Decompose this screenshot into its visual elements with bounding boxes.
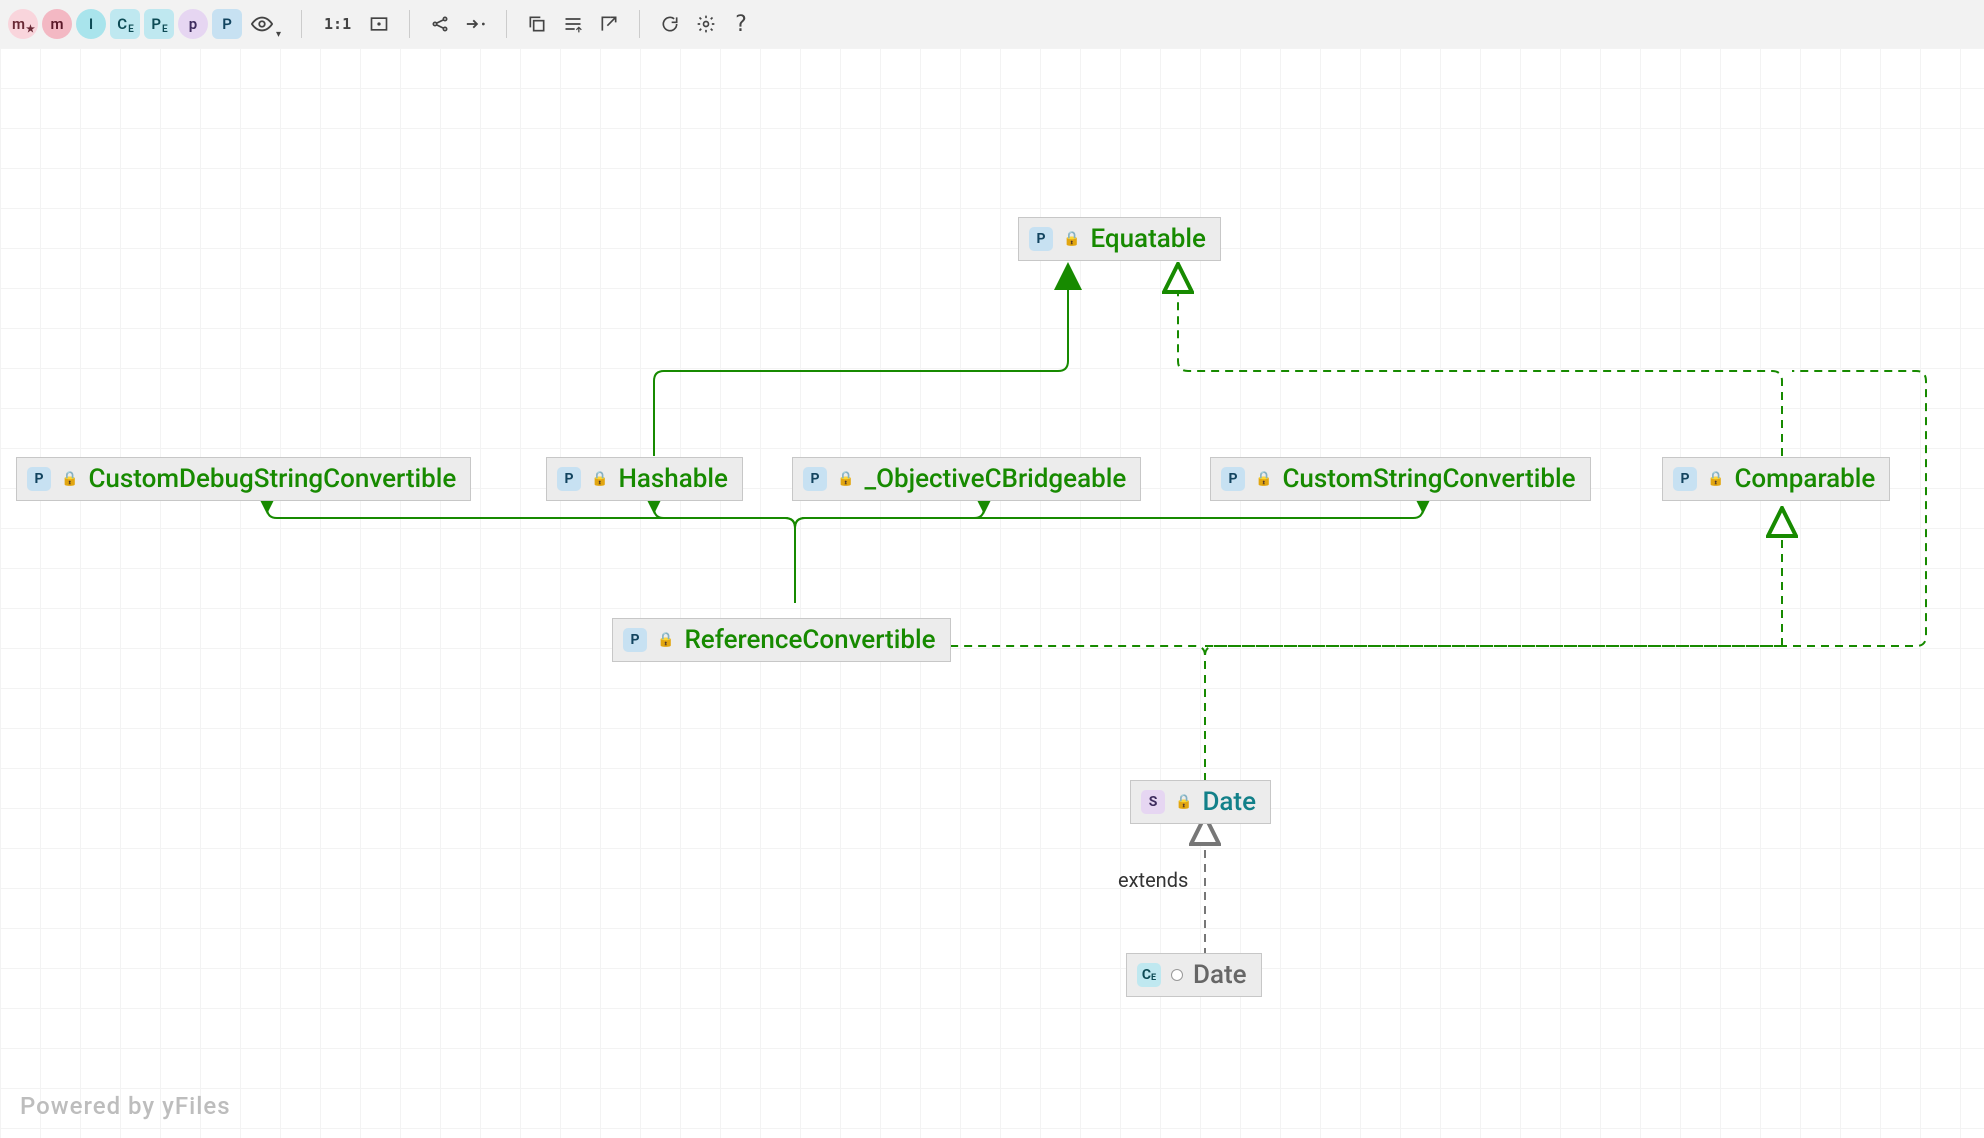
watermark: Powered by yFiles: [20, 1092, 231, 1120]
edges-layer: [0, 48, 1984, 1138]
share-icon[interactable]: [424, 8, 456, 40]
visibility-icon: [1171, 969, 1183, 981]
protocol-badge-icon: P: [27, 467, 51, 491]
lock-icon: 🔒: [591, 471, 608, 487]
node-customStringConvertible[interactable]: P 🔒 CustomStringConvertible: [1210, 457, 1591, 501]
node-objcBridgeable[interactable]: P 🔒 _ObjectiveCBridgeable: [792, 457, 1141, 501]
node-label: Equatable: [1090, 224, 1205, 254]
edge-label-extends: extends: [1118, 868, 1188, 892]
eye-icon[interactable]: [246, 8, 278, 40]
zoom-1to1[interactable]: 1:1: [316, 8, 359, 40]
align-icon[interactable]: [557, 8, 589, 40]
collapse-icon[interactable]: [460, 8, 492, 40]
node-label: _ObjectiveCBridgeable: [864, 464, 1126, 494]
lock-icon: 🔒: [1175, 794, 1192, 810]
chip-i[interactable]: I: [76, 9, 106, 39]
node-label: Comparable: [1734, 464, 1875, 494]
node-comparable[interactable]: P 🔒 Comparable: [1662, 457, 1890, 501]
protocol-badge-icon: P: [1673, 467, 1697, 491]
node-hashable[interactable]: P 🔒 Hashable: [546, 457, 743, 501]
export-icon[interactable]: [593, 8, 625, 40]
chip-p-blue[interactable]: P: [212, 9, 242, 39]
node-equatable[interactable]: P 🔒 Equatable: [1018, 217, 1221, 261]
toolbar-separator: [639, 10, 640, 38]
node-label: Hashable: [618, 464, 727, 494]
toolbar-separator: [301, 10, 302, 38]
help-icon[interactable]: ?: [726, 8, 755, 40]
extension-badge-icon: CE: [1137, 963, 1161, 987]
node-label: CustomStringConvertible: [1282, 464, 1575, 494]
diagram-canvas[interactable]: P 🔒 Equatable P 🔒 CustomDebugStringConve…: [0, 48, 1984, 1138]
lock-icon: 🔒: [1255, 471, 1272, 487]
lock-icon: 🔒: [61, 471, 78, 487]
refresh-icon[interactable]: [654, 8, 686, 40]
toolbar: m★ m I CE PE p P ▾ 1:1: [0, 0, 1984, 49]
chip-pe[interactable]: PE: [144, 9, 174, 39]
node-label: Date: [1202, 787, 1256, 817]
node-date-struct[interactable]: S 🔒 Date: [1130, 780, 1271, 824]
node-customDebugStringConvertible[interactable]: P 🔒 CustomDebugStringConvertible: [16, 457, 471, 501]
protocol-badge-icon: P: [803, 467, 827, 491]
struct-badge-icon: S: [1141, 790, 1165, 814]
toolbar-separator: [506, 10, 507, 38]
node-date-ext[interactable]: CE Date: [1126, 953, 1262, 997]
node-label: Date: [1193, 960, 1247, 990]
toolbar-separator: [409, 10, 410, 38]
protocol-badge-icon: P: [1029, 227, 1053, 251]
protocol-badge-icon: P: [623, 628, 647, 652]
node-label: ReferenceConvertible: [684, 625, 935, 655]
fit-screen-icon[interactable]: [363, 8, 395, 40]
chip-ce[interactable]: CE: [110, 9, 140, 39]
chip-p-lav[interactable]: p: [178, 9, 208, 39]
lock-icon: 🔒: [1707, 471, 1724, 487]
copy-icon[interactable]: [521, 8, 553, 40]
protocol-badge-icon: P: [557, 467, 581, 491]
node-referenceConvertible[interactable]: P 🔒 ReferenceConvertible: [612, 618, 951, 662]
lock-icon: 🔒: [657, 632, 674, 648]
node-label: CustomDebugStringConvertible: [88, 464, 456, 494]
settings-icon[interactable]: [690, 8, 722, 40]
lock-icon: 🔒: [837, 471, 854, 487]
lock-icon: 🔒: [1063, 231, 1080, 247]
chip-m[interactable]: m: [42, 9, 72, 39]
protocol-badge-icon: P: [1221, 467, 1245, 491]
chip-mk[interactable]: m★: [8, 9, 38, 39]
